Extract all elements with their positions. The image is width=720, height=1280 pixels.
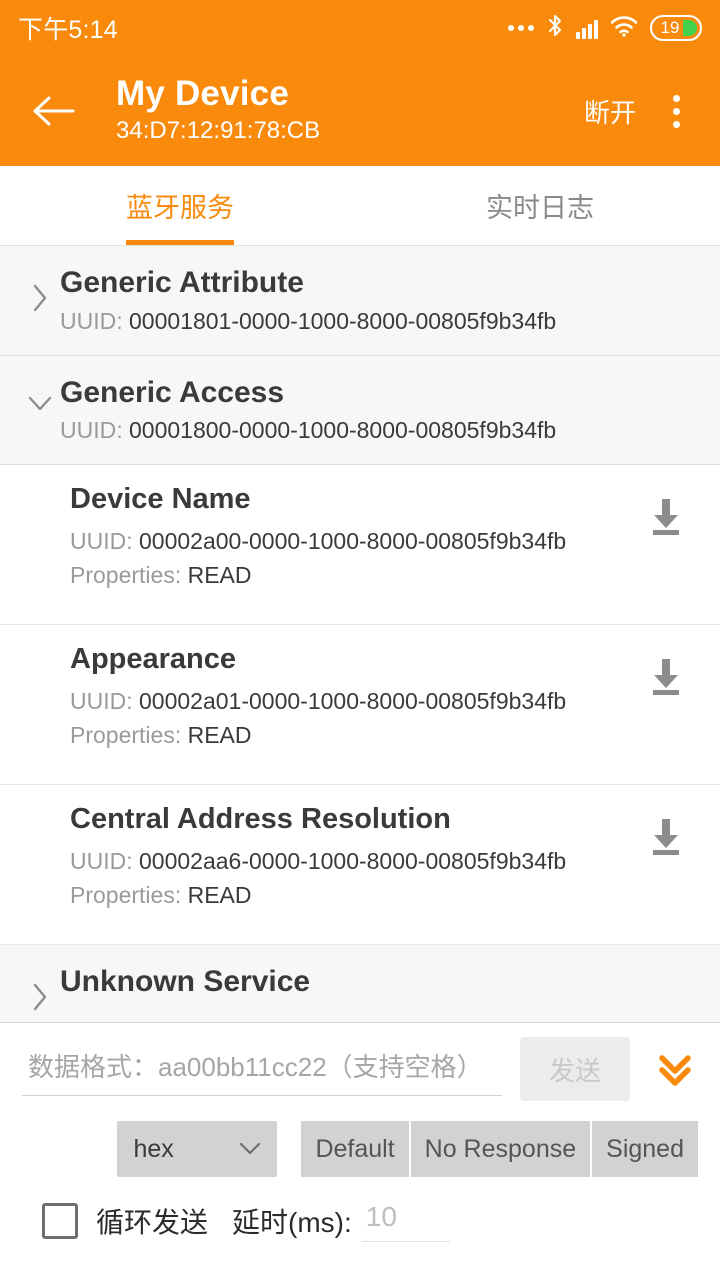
- properties-value: READ: [187, 721, 252, 748]
- characteristic-uuid: UUID: 00002aa6-0000-1000-8000-00805f9b34…: [70, 848, 636, 875]
- uuid-label: UUID:: [70, 527, 139, 554]
- write-input-row: 发送: [0, 1023, 720, 1101]
- characteristic-row-central-address-resolution[interactable]: Central Address Resolution UUID: 00002aa…: [0, 785, 720, 945]
- double-chevron-down-icon[interactable]: [646, 1037, 704, 1101]
- characteristic-name: Appearance: [70, 643, 237, 675]
- bluetooth-device-screen: 下午5:14 19 My Device 34:D7:12:91:78:CB 断开…: [0, 0, 720, 1280]
- properties-value: READ: [187, 881, 252, 908]
- uuid-value: 00001801-0000-1000-8000-00805f9b34fb: [129, 307, 557, 334]
- wifi-icon: [609, 14, 639, 43]
- loop-send-checkbox[interactable]: [42, 1202, 78, 1239]
- characteristic-info: Central Address Resolution UUID: 00002aa…: [70, 801, 636, 909]
- uuid-value: 00001800-0000-1000-8000-00805f9b34fb: [129, 417, 557, 443]
- properties-value: READ: [187, 561, 252, 588]
- service-row-generic-access[interactable]: Generic Access UUID: 00001800-0000-1000-…: [0, 355, 720, 465]
- battery-level: 19: [660, 18, 680, 37]
- properties-label: Properties:: [70, 881, 188, 908]
- characteristic-properties: Properties: READ: [70, 882, 636, 909]
- service-info: Generic Attribute UUID: 00001801-0000-10…: [60, 264, 700, 335]
- characteristic-info: Device Name UUID: 00002a00-0000-1000-800…: [70, 481, 636, 589]
- service-uuid: UUID: 00001801-0000-1000-8000-00805f9b34…: [60, 308, 700, 335]
- loop-send-label: 循环发送: [96, 1206, 209, 1238]
- write-panel: 发送 hex Default No Response Signed: [0, 1022, 720, 1280]
- service-name: Unknown Service: [60, 965, 311, 998]
- chevron-right-icon: [20, 264, 60, 314]
- arrow-left-icon: [31, 94, 75, 128]
- download-icon[interactable]: [636, 641, 696, 697]
- data-format-select[interactable]: hex: [117, 1121, 278, 1177]
- uuid-value: 00002a00-0000-1000-8000-00805f9b34fb: [139, 527, 567, 554]
- app-bar-titlebox: My Device 34:D7:12:91:78:CB: [116, 74, 572, 148]
- characteristic-row-device-name[interactable]: Device Name UUID: 00002a00-0000-1000-800…: [0, 465, 720, 625]
- status-bar: 下午5:14 19: [0, 0, 720, 56]
- more-dots-icon: [508, 25, 534, 31]
- service-name: Generic Attribute: [60, 266, 304, 299]
- characteristic-properties: Properties: READ: [70, 722, 636, 749]
- loop-send-row: 循环发送 延时(ms):: [0, 1177, 720, 1242]
- delay-label: 延时(ms):: [232, 1206, 352, 1238]
- uuid-value: 00002a01-0000-1000-8000-00805f9b34fb: [139, 687, 567, 714]
- app-bar: My Device 34:D7:12:91:78:CB 断开: [0, 56, 720, 166]
- battery-icon: 19: [650, 15, 702, 41]
- status-time: 下午5:14: [18, 16, 118, 44]
- service-name: Generic Access: [60, 375, 285, 409]
- characteristic-properties: Properties: READ: [70, 562, 636, 589]
- signal-icon: [576, 17, 598, 39]
- download-icon[interactable]: [636, 481, 696, 537]
- service-row-generic-attribute[interactable]: Generic Attribute UUID: 00001801-0000-10…: [0, 246, 720, 356]
- uuid-label: UUID:: [70, 687, 139, 714]
- send-button[interactable]: 发送: [520, 1037, 630, 1101]
- uuid-label: UUID:: [70, 847, 139, 874]
- more-vertical-icon[interactable]: [654, 84, 698, 138]
- service-info: Unknown Service: [60, 963, 700, 1001]
- status-icons: 19: [508, 13, 702, 44]
- characteristic-uuid: UUID: 00002a01-0000-1000-8000-00805f9b34…: [70, 688, 636, 715]
- bluetooth-icon: [545, 13, 565, 44]
- characteristic-name: Central Address Resolution: [70, 803, 451, 835]
- characteristic-uuid: UUID: 00002a00-0000-1000-8000-00805f9b34…: [70, 528, 636, 555]
- back-button[interactable]: [26, 84, 80, 138]
- characteristic-info: Appearance UUID: 00002a01-0000-1000-8000…: [70, 641, 636, 749]
- tab-realtime-log[interactable]: 实时日志: [360, 166, 720, 245]
- characteristic-name: Device Name: [70, 483, 251, 515]
- download-icon[interactable]: [636, 801, 696, 857]
- service-uuid: UUID: 00001800-0000-1000-8000-00805f9b34…: [60, 417, 700, 444]
- hex-data-input[interactable]: [22, 1042, 502, 1096]
- uuid-label: UUID:: [60, 307, 129, 334]
- write-mode-default[interactable]: Default: [301, 1121, 409, 1177]
- chevron-right-icon: [20, 963, 60, 1013]
- properties-label: Properties:: [70, 721, 188, 748]
- device-address: 34:D7:12:91:78:CB: [116, 117, 321, 145]
- page-title: My Device: [116, 74, 290, 114]
- tab-bluetooth-services[interactable]: 蓝牙服务: [0, 166, 360, 245]
- uuid-value: 00002aa6-0000-1000-8000-00805f9b34fb: [139, 847, 567, 874]
- tab-bar: 蓝牙服务 实时日志: [0, 166, 720, 246]
- write-mode-group: Default No Response Signed: [301, 1121, 708, 1177]
- delay-input[interactable]: [361, 1199, 450, 1242]
- properties-label: Properties:: [70, 561, 188, 588]
- disconnect-button[interactable]: 断开: [572, 85, 648, 138]
- write-mode-signed[interactable]: Signed: [592, 1121, 698, 1177]
- uuid-label: UUID:: [60, 417, 129, 443]
- characteristic-row-appearance[interactable]: Appearance UUID: 00002a01-0000-1000-8000…: [0, 625, 720, 785]
- service-info: Generic Access UUID: 00001800-0000-1000-…: [60, 374, 700, 445]
- write-mode-no-response[interactable]: No Response: [410, 1121, 591, 1177]
- chevron-down-icon: [20, 374, 60, 414]
- write-options-row: hex Default No Response Signed: [0, 1101, 720, 1177]
- data-format-value: hex: [133, 1134, 174, 1163]
- chevron-down-icon: [237, 1135, 263, 1164]
